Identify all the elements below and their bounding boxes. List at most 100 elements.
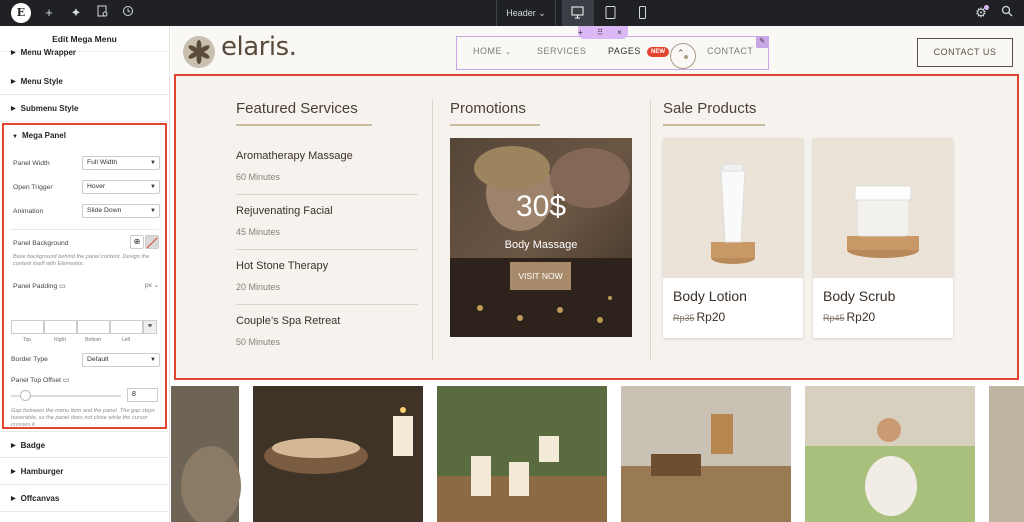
promo-card[interactable]: 30$ Body Massage VISIT NOW (450, 138, 632, 337)
padding-right-input[interactable] (44, 320, 77, 334)
preview-canvas: elaris. + ⠿ × HOME ⌄ SERVICES PAGES NEW … (171, 26, 1024, 522)
brand-name[interactable]: elaris. (221, 32, 297, 62)
divider (10, 229, 159, 230)
service-duration: 20 Minutes (236, 282, 281, 292)
nav-label: HOME (473, 46, 502, 56)
nav-pages[interactable]: PAGES (608, 46, 641, 56)
mega-panel-header[interactable]: ▼ Mega Panel (12, 131, 66, 140)
plus-icon[interactable]: + (40, 4, 58, 22)
padding-left-input[interactable] (110, 320, 143, 334)
scrub-image (813, 138, 953, 278)
editor-panel: Edit Mega Menu ▶ Menu Wrapper ▶ Menu Style… (0, 26, 170, 522)
sale-products-title: Sale Products (663, 100, 757, 117)
service-name[interactable]: Hot Stone Therapy (236, 260, 328, 272)
top-offset-label: Panel Top Offset ▭ (11, 376, 69, 384)
select-value: Slide Down (87, 207, 122, 214)
promo-price: 30$ (515, 190, 567, 223)
element-controls[interactable]: + ⠿ × (578, 26, 628, 39)
divider (236, 249, 418, 250)
pad-label-bottom: Bottom (85, 337, 101, 343)
section-submenu-style[interactable]: ▶ Submenu Style (0, 95, 169, 122)
product-card[interactable]: Body Scrub Rp45 Rp20 (813, 138, 953, 338)
caret-right-icon: ▶ (11, 469, 16, 475)
featured-services-title: Featured Services (236, 100, 358, 117)
panel-width-label: Panel Width (13, 160, 50, 167)
caret-down-icon: ▼ (150, 208, 156, 214)
massage-photo (450, 138, 632, 337)
scrub-photo (813, 138, 953, 278)
mobile-icon[interactable] (627, 0, 659, 26)
globe-icon[interactable]: ⊕ (130, 235, 144, 249)
column-divider (650, 100, 651, 360)
unit-select[interactable]: px ⌄ (145, 281, 159, 289)
old-price: Rp45 (823, 313, 845, 323)
search-icon[interactable] (998, 4, 1016, 22)
chevron-down-icon: ⌄ (538, 8, 546, 18)
offset-slider-handle[interactable] (20, 390, 31, 401)
caret-right-icon: ▶ (11, 496, 16, 502)
title-underline (236, 124, 372, 126)
section-hamburger[interactable]: ▶ Hamburger (0, 458, 169, 485)
mega-panel-preview: Featured Services Aromatherapy Massage 6… (174, 74, 1019, 380)
contact-us-button[interactable]: CONTACT US (917, 38, 1013, 67)
section-menu-style[interactable]: ▶ Menu Style (0, 68, 169, 95)
product-card[interactable]: Body Lotion Rp35 Rp20 (663, 138, 803, 338)
pad-label-right: Right (54, 337, 66, 343)
section-badge[interactable]: ▶ Badge (0, 431, 169, 458)
service-duration: 60 Minutes (236, 172, 281, 182)
chevron-down-icon: ⌄ (505, 49, 512, 56)
pad-label-left: Left (121, 337, 131, 343)
open-trigger-select[interactable]: Hover ▼ (82, 180, 160, 194)
border-type-label: Border Type (11, 356, 48, 363)
service-name[interactable]: Rejuvenating Facial (236, 205, 333, 217)
offset-input[interactable]: 8 (127, 388, 158, 402)
document-selector[interactable]: Header ⌄ (496, 0, 556, 26)
border-type-select[interactable]: Default ▼ (82, 353, 160, 367)
nav-services[interactable]: SERVICES (537, 46, 586, 56)
edit-pencil-icon[interactable]: ✎ (756, 36, 768, 48)
sale-price: Rp20 (696, 310, 726, 324)
lotion-image (663, 138, 803, 278)
section-offcanvas[interactable]: ▶ Offcanvas (0, 485, 169, 512)
section-menu-wrapper[interactable]: ▶ Menu Wrapper (0, 45, 169, 61)
product-price: Rp35 Rp20 (673, 310, 725, 324)
link-icon[interactable]: ⚭ (143, 320, 157, 334)
caret-right-icon: ▶ (11, 106, 16, 112)
section-label: Hamburger (20, 467, 64, 476)
brand-logo-icon[interactable] (183, 36, 215, 68)
notification-dot (984, 5, 989, 10)
document-name: Header (506, 8, 536, 18)
caret-down-icon: ▼ (150, 357, 156, 363)
desktop-icon[interactable] (562, 0, 594, 26)
padding-top-input[interactable] (11, 320, 44, 334)
section-label: Badge (20, 441, 46, 450)
history-icon[interactable] (119, 4, 137, 22)
gallery-strip (171, 386, 1024, 522)
nav-contact[interactable]: CONTACT (707, 46, 753, 56)
select-value: Hover (87, 183, 106, 190)
top-offset-hint: Gap between the menu item and the panel.… (11, 408, 155, 428)
visit-now-button[interactable]: VISIT NOW (510, 262, 571, 290)
panel-padding-label: Panel Padding ▭ (13, 282, 66, 290)
cursor-dot (684, 55, 688, 59)
padding-bottom-input[interactable] (77, 320, 110, 334)
section-label: Menu Style (20, 77, 63, 86)
animation-select[interactable]: Slide Down ▼ (82, 204, 160, 218)
section-label: Menu Wrapper (20, 48, 77, 57)
service-name[interactable]: Aromatherapy Massage (236, 150, 353, 162)
new-badge: NEW (647, 47, 669, 57)
panel-width-select[interactable]: Full Width ▼ (82, 156, 160, 170)
pad-label-top: Top (22, 337, 32, 343)
select-value: Default (87, 356, 109, 363)
nav-home[interactable]: HOME ⌄ (473, 46, 511, 56)
open-trigger-label: Open Trigger (13, 184, 53, 191)
caret-right-icon: ▶ (11, 443, 16, 449)
elementor-logo-icon[interactable]: E (11, 3, 31, 23)
sparkle-icon[interactable]: ✦ (67, 4, 85, 22)
color-swatch[interactable] (145, 235, 159, 249)
select-value: Full Width (87, 159, 118, 166)
service-name[interactable]: Couple’s Spa Retreat (236, 315, 340, 327)
section-label: Offcanvas (20, 494, 60, 503)
page-settings-icon[interactable] (93, 4, 111, 22)
tablet-icon[interactable] (595, 0, 627, 26)
